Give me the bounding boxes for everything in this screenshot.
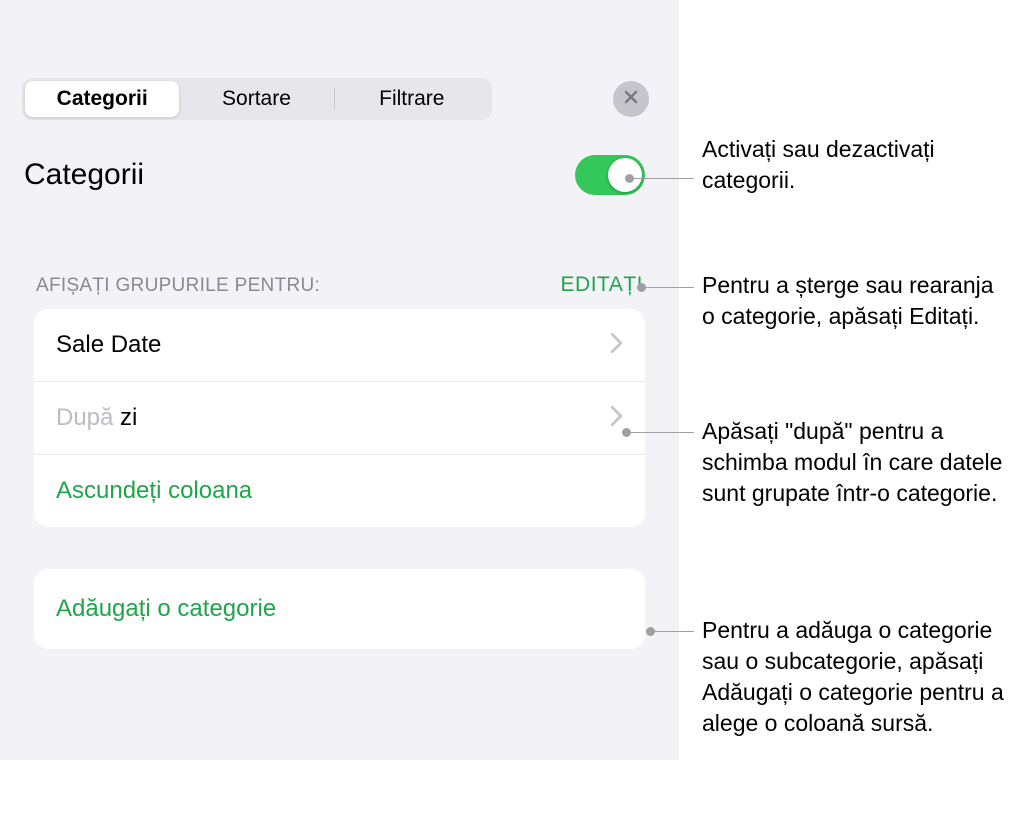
group-by-unit: zi [120,404,137,431]
callout-leader [651,631,694,632]
tab-sort-label: Sortare [222,87,291,111]
add-category-label: Adăugați o categorie [56,595,276,623]
edit-button[interactable]: EDITAȚI [561,273,643,297]
hide-column-label: Ascundeți coloana [56,477,252,505]
section-label: AFIȘAȚI GRUPURILE PENTRU: [36,275,320,297]
tab-filter-label: Filtrare [379,87,444,111]
tab-categories-label: Categorii [57,87,148,111]
close-button[interactable] [613,81,649,117]
group-by-row[interactable]: După zi [34,382,645,455]
chevron-right-icon [610,332,623,359]
category-source-row[interactable]: Sale Date [34,309,645,382]
hide-column-row[interactable]: Ascundeți coloana [34,455,645,527]
page-title: Categorii [24,158,144,192]
topbar: Categorii Sortare Filtrare [0,0,679,120]
close-icon [623,89,639,110]
add-category-card: Adăugați o categorie [34,569,645,649]
tab-categories[interactable]: Categorii [25,81,179,117]
tab-filter[interactable]: Filtrare [335,81,489,117]
callout-leader [630,178,694,179]
group-by-label: După zi [56,404,137,432]
callout-leader [642,287,694,288]
categories-panel: Categorii Sortare Filtrare Categorii AFI… [0,0,680,760]
add-category-row[interactable]: Adăugați o categorie [34,569,645,649]
callout-leader [627,432,694,433]
callout-by: Apăsați "după" pentru a schimba modul în… [702,416,1022,509]
category-source-label: Sale Date [56,331,161,359]
section-header: AFIȘAȚI GRUPURILE PENTRU: EDITAȚI [0,195,679,309]
chevron-right-icon [610,405,623,432]
segmented-control: Categorii Sortare Filtrare [22,78,492,120]
tab-sort[interactable]: Sortare [179,81,333,117]
callout-toggle: Activați sau dezactivați categorii. [702,134,1012,196]
callout-edit: Pentru a șterge sau rearanja o categorie… [702,270,1012,332]
callout-add: Pentru a adăuga o categorie sau o subcat… [702,615,1027,739]
title-row: Categorii [0,120,679,195]
group-by-prefix: După [56,404,120,431]
category-card: Sale Date După zi Ascundeți coloana [34,309,645,527]
categories-toggle[interactable] [575,155,645,195]
